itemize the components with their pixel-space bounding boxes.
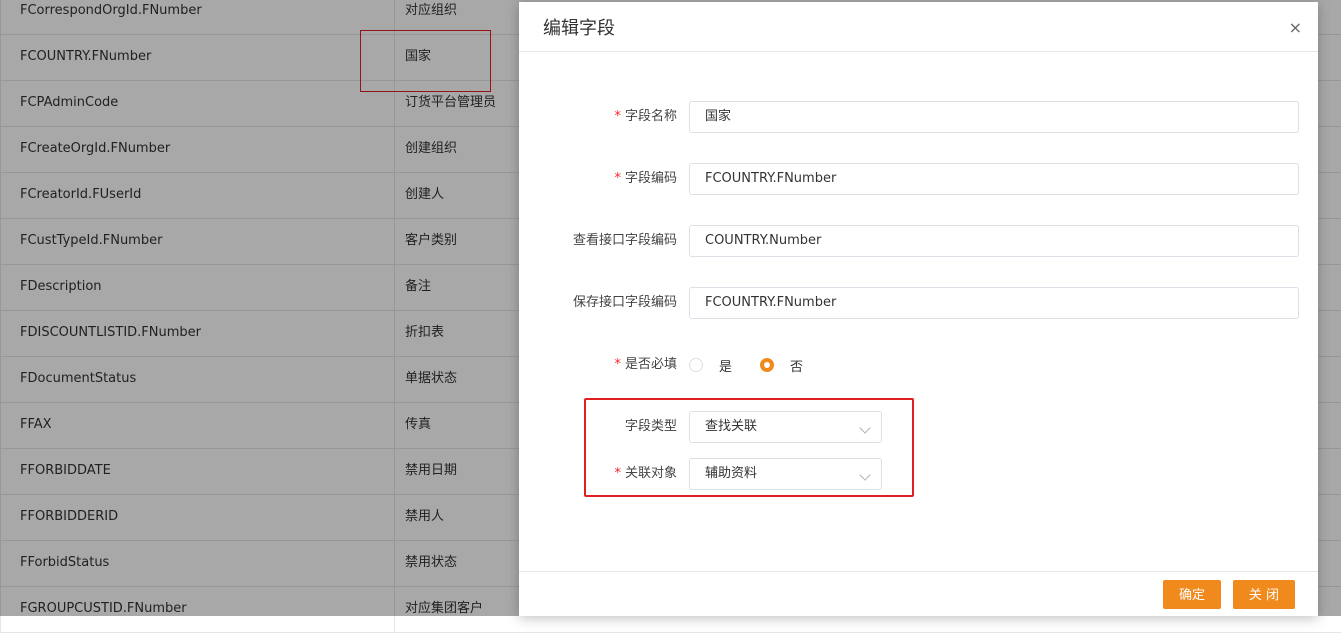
field-name-label: * 字段名称 xyxy=(614,109,677,124)
radio-yes-label: 是 xyxy=(719,359,733,375)
view-api-code-label: 查看接口字段编码 xyxy=(572,233,677,248)
required-mark: * xyxy=(614,357,621,372)
field-name-input[interactable]: 国家 xyxy=(689,101,1299,133)
radio-no-circle[interactable] xyxy=(760,358,775,372)
view-api-code-input[interactable]: COUNTRY.Number xyxy=(689,225,1299,257)
radio-yes[interactable]: 是 xyxy=(689,356,732,375)
dialog-title: 编辑字段 xyxy=(543,18,615,39)
required-radio-group: 是 否 xyxy=(689,349,831,381)
field-code-label: * 字段编码 xyxy=(614,171,677,186)
save-api-code-label: 保存接口字段编码 xyxy=(572,295,677,310)
required-label: * 是否必填 xyxy=(614,357,677,372)
close-icon[interactable]: × xyxy=(1289,20,1302,36)
required-mark: * xyxy=(614,171,621,186)
dialog-footer: 确定 关 闭 xyxy=(519,571,1318,617)
required-row: * 是否必填 是 否 xyxy=(519,349,1318,381)
field-code-input[interactable]: FCOUNTRY.FNumber xyxy=(689,163,1299,195)
radio-no[interactable]: 否 xyxy=(760,356,803,375)
field-code-row: * 字段编码 FCOUNTRY.FNumber xyxy=(519,163,1318,195)
radio-yes-circle[interactable] xyxy=(689,358,703,372)
required-mark: * xyxy=(614,109,621,124)
save-api-code-input[interactable]: FCOUNTRY.FNumber xyxy=(689,287,1299,319)
close-button[interactable]: 关 闭 xyxy=(1233,580,1295,609)
view-api-code-row: 查看接口字段编码 COUNTRY.Number xyxy=(519,225,1318,257)
edit-field-dialog: 编辑字段 × * 字段名称 国家 * 字段编码 FCOUNTRY.FNumber 查… xyxy=(519,2,1318,616)
field-name-row: * 字段名称 国家 xyxy=(519,101,1318,133)
radio-no-label: 否 xyxy=(790,359,804,375)
dialog-header: 编辑字段 × xyxy=(519,2,1318,52)
save-api-code-row: 保存接口字段编码 FCOUNTRY.FNumber xyxy=(519,287,1318,319)
highlight-box xyxy=(584,398,914,497)
confirm-button[interactable]: 确定 xyxy=(1163,580,1221,609)
